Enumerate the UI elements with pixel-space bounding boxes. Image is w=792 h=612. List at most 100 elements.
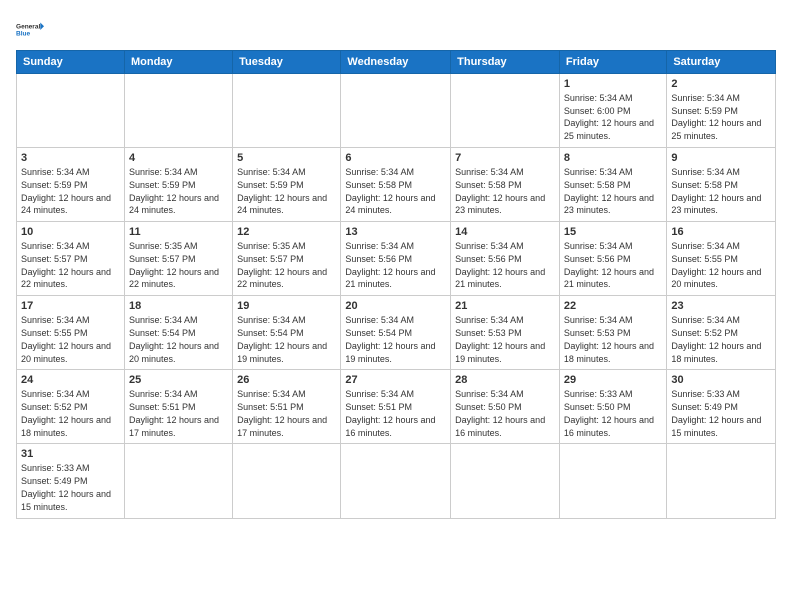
calendar-cell: 24Sunrise: 5:34 AM Sunset: 5:52 PM Dayli… [17, 370, 125, 444]
calendar-cell [667, 444, 776, 518]
calendar-cell: 2Sunrise: 5:34 AM Sunset: 5:59 PM Daylig… [667, 74, 776, 148]
day-number: 5 [237, 151, 336, 166]
day-info: Sunrise: 5:34 AM Sunset: 5:55 PM Dayligh… [671, 241, 761, 289]
day-info: Sunrise: 5:33 AM Sunset: 5:49 PM Dayligh… [21, 463, 111, 511]
day-number: 4 [129, 151, 228, 166]
logo-icon: General Blue [16, 16, 44, 44]
day-info: Sunrise: 5:34 AM Sunset: 5:57 PM Dayligh… [21, 241, 111, 289]
day-number: 6 [345, 151, 446, 166]
day-info: Sunrise: 5:34 AM Sunset: 5:56 PM Dayligh… [564, 241, 654, 289]
day-info: Sunrise: 5:34 AM Sunset: 5:51 PM Dayligh… [237, 389, 327, 437]
day-number: 14 [455, 225, 555, 240]
logo: General Blue [16, 16, 44, 44]
day-number: 22 [564, 299, 662, 314]
calendar-header-monday: Monday [124, 51, 232, 74]
day-info: Sunrise: 5:33 AM Sunset: 5:50 PM Dayligh… [564, 389, 654, 437]
calendar-cell: 20Sunrise: 5:34 AM Sunset: 5:54 PM Dayli… [341, 296, 451, 370]
calendar-header-tuesday: Tuesday [233, 51, 341, 74]
day-info: Sunrise: 5:34 AM Sunset: 5:59 PM Dayligh… [21, 167, 111, 215]
day-number: 19 [237, 299, 336, 314]
calendar-cell: 1Sunrise: 5:34 AM Sunset: 6:00 PM Daylig… [559, 74, 666, 148]
calendar-cell: 26Sunrise: 5:34 AM Sunset: 5:51 PM Dayli… [233, 370, 341, 444]
calendar-cell: 21Sunrise: 5:34 AM Sunset: 5:53 PM Dayli… [451, 296, 560, 370]
calendar-week-3: 17Sunrise: 5:34 AM Sunset: 5:55 PM Dayli… [17, 296, 776, 370]
day-number: 17 [21, 299, 120, 314]
calendar-header-row: SundayMondayTuesdayWednesdayThursdayFrid… [17, 51, 776, 74]
day-info: Sunrise: 5:34 AM Sunset: 5:56 PM Dayligh… [455, 241, 545, 289]
day-info: Sunrise: 5:34 AM Sunset: 5:51 PM Dayligh… [129, 389, 219, 437]
day-info: Sunrise: 5:34 AM Sunset: 5:51 PM Dayligh… [345, 389, 435, 437]
header: General Blue [16, 12, 776, 44]
day-number: 16 [671, 225, 771, 240]
calendar-header-thursday: Thursday [451, 51, 560, 74]
day-number: 30 [671, 373, 771, 388]
calendar-cell: 19Sunrise: 5:34 AM Sunset: 5:54 PM Dayli… [233, 296, 341, 370]
day-info: Sunrise: 5:33 AM Sunset: 5:49 PM Dayligh… [671, 389, 761, 437]
day-number: 31 [21, 447, 120, 462]
calendar-week-1: 3Sunrise: 5:34 AM Sunset: 5:59 PM Daylig… [17, 148, 776, 222]
day-info: Sunrise: 5:34 AM Sunset: 5:54 PM Dayligh… [345, 315, 435, 363]
calendar-cell [233, 74, 341, 148]
calendar-cell: 30Sunrise: 5:33 AM Sunset: 5:49 PM Dayli… [667, 370, 776, 444]
calendar-week-0: 1Sunrise: 5:34 AM Sunset: 6:00 PM Daylig… [17, 74, 776, 148]
day-number: 25 [129, 373, 228, 388]
day-number: 10 [21, 225, 120, 240]
day-info: Sunrise: 5:34 AM Sunset: 6:00 PM Dayligh… [564, 93, 654, 141]
calendar-cell: 31Sunrise: 5:33 AM Sunset: 5:49 PM Dayli… [17, 444, 125, 518]
calendar-cell [124, 444, 232, 518]
calendar-week-5: 31Sunrise: 5:33 AM Sunset: 5:49 PM Dayli… [17, 444, 776, 518]
day-info: Sunrise: 5:35 AM Sunset: 5:57 PM Dayligh… [237, 241, 327, 289]
calendar-cell: 8Sunrise: 5:34 AM Sunset: 5:58 PM Daylig… [559, 148, 666, 222]
day-info: Sunrise: 5:34 AM Sunset: 5:54 PM Dayligh… [129, 315, 219, 363]
day-number: 9 [671, 151, 771, 166]
svg-text:Blue: Blue [16, 31, 30, 38]
svg-text:General: General [16, 24, 40, 31]
day-info: Sunrise: 5:34 AM Sunset: 5:56 PM Dayligh… [345, 241, 435, 289]
calendar-header-saturday: Saturday [667, 51, 776, 74]
calendar-cell: 22Sunrise: 5:34 AM Sunset: 5:53 PM Dayli… [559, 296, 666, 370]
day-info: Sunrise: 5:34 AM Sunset: 5:58 PM Dayligh… [345, 167, 435, 215]
day-number: 12 [237, 225, 336, 240]
day-number: 20 [345, 299, 446, 314]
day-info: Sunrise: 5:35 AM Sunset: 5:57 PM Dayligh… [129, 241, 219, 289]
calendar-cell: 13Sunrise: 5:34 AM Sunset: 5:56 PM Dayli… [341, 222, 451, 296]
calendar-cell [124, 74, 232, 148]
calendar-cell: 5Sunrise: 5:34 AM Sunset: 5:59 PM Daylig… [233, 148, 341, 222]
calendar-cell: 27Sunrise: 5:34 AM Sunset: 5:51 PM Dayli… [341, 370, 451, 444]
calendar-cell: 10Sunrise: 5:34 AM Sunset: 5:57 PM Dayli… [17, 222, 125, 296]
calendar-cell: 11Sunrise: 5:35 AM Sunset: 5:57 PM Dayli… [124, 222, 232, 296]
calendar-week-4: 24Sunrise: 5:34 AM Sunset: 5:52 PM Dayli… [17, 370, 776, 444]
calendar-cell: 17Sunrise: 5:34 AM Sunset: 5:55 PM Dayli… [17, 296, 125, 370]
calendar-cell: 16Sunrise: 5:34 AM Sunset: 5:55 PM Dayli… [667, 222, 776, 296]
day-number: 1 [564, 77, 662, 92]
day-info: Sunrise: 5:34 AM Sunset: 5:55 PM Dayligh… [21, 315, 111, 363]
calendar-cell: 23Sunrise: 5:34 AM Sunset: 5:52 PM Dayli… [667, 296, 776, 370]
calendar-cell: 25Sunrise: 5:34 AM Sunset: 5:51 PM Dayli… [124, 370, 232, 444]
calendar-cell [17, 74, 125, 148]
calendar-header-friday: Friday [559, 51, 666, 74]
day-number: 2 [671, 77, 771, 92]
day-info: Sunrise: 5:34 AM Sunset: 5:58 PM Dayligh… [564, 167, 654, 215]
day-info: Sunrise: 5:34 AM Sunset: 5:58 PM Dayligh… [671, 167, 761, 215]
calendar-cell: 3Sunrise: 5:34 AM Sunset: 5:59 PM Daylig… [17, 148, 125, 222]
day-number: 21 [455, 299, 555, 314]
calendar-cell: 9Sunrise: 5:34 AM Sunset: 5:58 PM Daylig… [667, 148, 776, 222]
calendar-cell [559, 444, 666, 518]
day-number: 26 [237, 373, 336, 388]
day-number: 15 [564, 225, 662, 240]
calendar-cell: 15Sunrise: 5:34 AM Sunset: 5:56 PM Dayli… [559, 222, 666, 296]
day-info: Sunrise: 5:34 AM Sunset: 5:59 PM Dayligh… [671, 93, 761, 141]
day-info: Sunrise: 5:34 AM Sunset: 5:53 PM Dayligh… [455, 315, 545, 363]
calendar-cell: 29Sunrise: 5:33 AM Sunset: 5:50 PM Dayli… [559, 370, 666, 444]
day-number: 3 [21, 151, 120, 166]
day-info: Sunrise: 5:34 AM Sunset: 5:53 PM Dayligh… [564, 315, 654, 363]
day-info: Sunrise: 5:34 AM Sunset: 5:59 PM Dayligh… [237, 167, 327, 215]
calendar-cell [233, 444, 341, 518]
calendar-cell [341, 74, 451, 148]
calendar: SundayMondayTuesdayWednesdayThursdayFrid… [16, 50, 776, 519]
day-number: 11 [129, 225, 228, 240]
calendar-header-sunday: Sunday [17, 51, 125, 74]
calendar-cell: 6Sunrise: 5:34 AM Sunset: 5:58 PM Daylig… [341, 148, 451, 222]
calendar-week-2: 10Sunrise: 5:34 AM Sunset: 5:57 PM Dayli… [17, 222, 776, 296]
day-number: 24 [21, 373, 120, 388]
